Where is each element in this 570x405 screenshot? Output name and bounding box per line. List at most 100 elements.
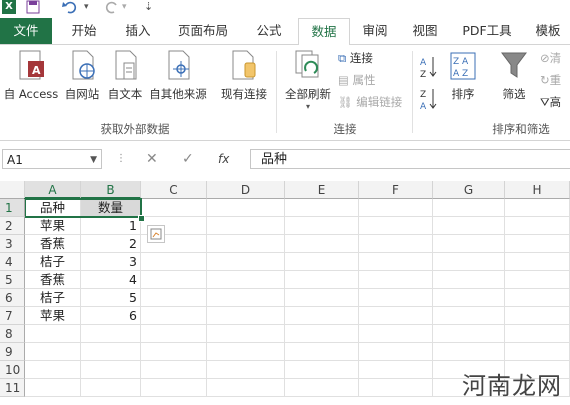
- empty-cell[interactable]: [207, 271, 285, 289]
- redo-dropdown-icon[interactable]: ▾: [122, 0, 127, 14]
- empty-cell[interactable]: [207, 199, 285, 217]
- empty-cell[interactable]: [285, 343, 359, 361]
- empty-cell[interactable]: [141, 343, 207, 361]
- customize-qa-icon[interactable]: ⇣: [144, 0, 153, 14]
- empty-cell[interactable]: [505, 253, 570, 271]
- column-header-g[interactable]: G: [433, 181, 505, 199]
- empty-cell[interactable]: [25, 343, 81, 361]
- tab-page-layout[interactable]: 页面布局: [168, 18, 238, 44]
- cancel-icon[interactable]: ✕: [146, 149, 158, 169]
- cell-b3[interactable]: 2: [81, 235, 141, 253]
- empty-cell[interactable]: [25, 325, 81, 343]
- cell-a6[interactable]: 桔子: [25, 289, 81, 307]
- empty-cell[interactable]: [359, 199, 433, 217]
- refresh-dropdown-icon[interactable]: ▾: [280, 102, 336, 111]
- cell-a4[interactable]: 桔子: [25, 253, 81, 271]
- empty-cell[interactable]: [285, 379, 359, 397]
- cell-a7[interactable]: 苹果: [25, 307, 81, 325]
- cell-b6[interactable]: 5: [81, 289, 141, 307]
- empty-cell[interactable]: [359, 253, 433, 271]
- column-header-e[interactable]: E: [285, 181, 359, 199]
- from-other-sources-button[interactable]: 自其他来源: [146, 49, 210, 102]
- tab-file[interactable]: 文件: [0, 18, 52, 44]
- empty-cell[interactable]: [141, 379, 207, 397]
- tab-formulas[interactable]: 公式: [244, 18, 294, 44]
- empty-cell[interactable]: [207, 289, 285, 307]
- enter-icon[interactable]: ✓: [182, 149, 194, 169]
- empty-cell[interactable]: [285, 325, 359, 343]
- column-header-h[interactable]: H: [505, 181, 570, 199]
- from-access-button[interactable]: A 自 Access: [2, 49, 60, 102]
- empty-cell[interactable]: [207, 379, 285, 397]
- row-header-5[interactable]: 5: [0, 271, 25, 289]
- tab-home[interactable]: 开始: [58, 18, 110, 44]
- row-header-10[interactable]: 10: [0, 361, 25, 379]
- empty-cell[interactable]: [359, 325, 433, 343]
- advanced-filter-button[interactable]: ⛛高: [540, 93, 561, 111]
- empty-cell[interactable]: [359, 307, 433, 325]
- tab-data[interactable]: 数据: [298, 18, 350, 46]
- empty-cell[interactable]: [81, 325, 141, 343]
- empty-cell[interactable]: [285, 253, 359, 271]
- cell-b5[interactable]: 4: [81, 271, 141, 289]
- row-header-8[interactable]: 8: [0, 325, 25, 343]
- empty-cell[interactable]: [81, 343, 141, 361]
- save-icon[interactable]: [26, 0, 40, 14]
- row-header-9[interactable]: 9: [0, 343, 25, 361]
- existing-connections-button[interactable]: 现有连接: [216, 49, 272, 102]
- empty-cell[interactable]: [207, 325, 285, 343]
- empty-cell[interactable]: [285, 361, 359, 379]
- empty-cell[interactable]: [207, 343, 285, 361]
- empty-cell[interactable]: [141, 253, 207, 271]
- column-header-d[interactable]: D: [207, 181, 285, 199]
- tab-review[interactable]: 审阅: [352, 18, 398, 44]
- empty-cell[interactable]: [141, 271, 207, 289]
- empty-cell[interactable]: [359, 289, 433, 307]
- empty-cell[interactable]: [285, 199, 359, 217]
- empty-cell[interactable]: [285, 235, 359, 253]
- empty-cell[interactable]: [359, 379, 433, 397]
- formula-input[interactable]: 品种: [250, 149, 570, 169]
- from-text-button[interactable]: 自文本: [104, 49, 146, 102]
- empty-cell[interactable]: [207, 361, 285, 379]
- cell-b1[interactable]: 数量: [81, 199, 141, 217]
- empty-cell[interactable]: [505, 271, 570, 289]
- empty-cell[interactable]: [359, 235, 433, 253]
- empty-cell[interactable]: [25, 379, 81, 397]
- sort-descending-button[interactable]: Z A: [418, 87, 440, 114]
- undo-icon[interactable]: [62, 0, 80, 14]
- name-box-dropdown-icon[interactable]: ▼: [90, 150, 97, 170]
- empty-cell[interactable]: [285, 289, 359, 307]
- cell-a1[interactable]: 品种: [25, 199, 81, 217]
- empty-cell[interactable]: [285, 217, 359, 235]
- column-header-c[interactable]: C: [141, 181, 207, 199]
- row-header-3[interactable]: 3: [0, 235, 25, 253]
- sort-ascending-button[interactable]: A Z: [418, 55, 440, 82]
- tab-view[interactable]: 视图: [402, 18, 448, 44]
- empty-cell[interactable]: [207, 253, 285, 271]
- quick-analysis-button[interactable]: [147, 225, 165, 243]
- fill-handle[interactable]: [138, 215, 145, 222]
- empty-cell[interactable]: [433, 325, 505, 343]
- empty-cell[interactable]: [505, 235, 570, 253]
- name-box[interactable]: A1 ▼: [2, 149, 102, 169]
- tab-insert[interactable]: 插入: [112, 18, 164, 44]
- empty-cell[interactable]: [505, 307, 570, 325]
- empty-cell[interactable]: [207, 235, 285, 253]
- empty-cell[interactable]: [141, 307, 207, 325]
- tab-pdf-tools[interactable]: PDF工具: [452, 18, 522, 44]
- row-header-2[interactable]: 2: [0, 217, 25, 235]
- empty-cell[interactable]: [141, 325, 207, 343]
- empty-cell[interactable]: [433, 271, 505, 289]
- from-web-button[interactable]: 自网站: [60, 49, 104, 102]
- connections-button[interactable]: ⧉ 连接: [338, 49, 373, 67]
- empty-cell[interactable]: [25, 361, 81, 379]
- empty-cell[interactable]: [433, 343, 505, 361]
- properties-button[interactable]: ▤ 属性: [338, 71, 376, 89]
- edit-links-button[interactable]: ⛓ 编辑链接: [338, 93, 402, 111]
- refresh-all-button[interactable]: 全部刷新 ▾: [280, 49, 336, 111]
- row-header-1[interactable]: 1: [0, 199, 25, 217]
- empty-cell[interactable]: [285, 307, 359, 325]
- cell-a5[interactable]: 香蕉: [25, 271, 81, 289]
- column-header-f[interactable]: F: [359, 181, 433, 199]
